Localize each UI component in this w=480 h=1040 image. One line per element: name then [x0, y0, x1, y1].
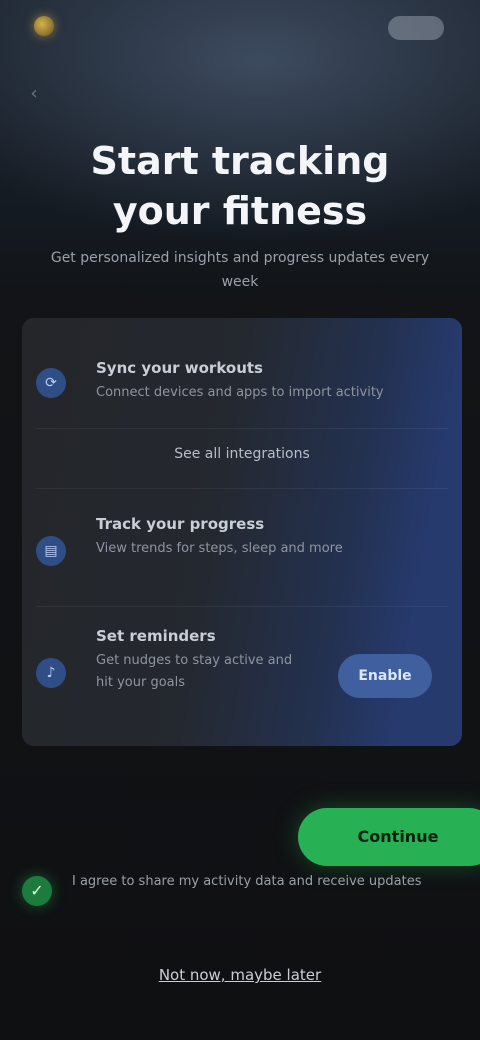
consent-row[interactable]: ✓ I agree to share my activity data and …	[16, 868, 464, 924]
bell-icon: ♪	[36, 658, 66, 688]
feature-title: Track your progress	[96, 515, 265, 533]
feature-description: Get nudges to stay active and hit your g…	[96, 653, 293, 690]
enable-reminders-button[interactable]: Enable	[338, 654, 432, 698]
sync-icon: ⟳	[36, 368, 66, 398]
feature-row-sync[interactable]: ⟳ Sync your workouts Connect devices and…	[22, 338, 462, 428]
top-bar	[0, 0, 480, 60]
page-title: Start tracking your fitness	[90, 139, 390, 233]
feature-title: Sync your workouts	[96, 359, 263, 377]
feature-description: View trends for steps, sleep and more	[96, 541, 343, 556]
feature-title: Set reminders	[96, 627, 216, 645]
see-integrations-link[interactable]: See all integrations	[122, 442, 362, 466]
continue-button[interactable]: Continue	[298, 808, 480, 866]
checkmark-icon[interactable]: ✓	[22, 876, 52, 906]
consent-text: I agree to share my activity data and re…	[72, 874, 422, 889]
chart-icon: ▤	[36, 536, 66, 566]
feature-description: Connect devices and apps to import activ…	[96, 385, 384, 400]
divider	[36, 428, 448, 429]
onboarding-screen: ‹ Start tracking your fitness Get person…	[0, 0, 480, 1040]
brand-logo	[34, 16, 62, 36]
features-card: ⟳ Sync your workouts Connect devices and…	[22, 318, 462, 746]
back-arrow-icon[interactable]: ‹	[24, 84, 44, 104]
logo-icon	[34, 16, 54, 36]
divider	[36, 606, 448, 607]
account-icon[interactable]	[388, 16, 444, 40]
divider	[36, 488, 448, 489]
feature-row-progress[interactable]: ▤ Track your progress View trends for st…	[22, 496, 462, 606]
skip-link[interactable]: Not now, maybe later	[140, 962, 340, 988]
page-subtitle: Get personalized insights and progress u…	[50, 250, 430, 290]
